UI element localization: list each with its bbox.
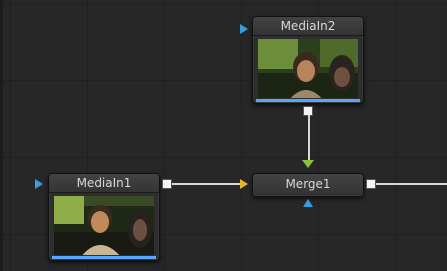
mediain1-output-port[interactable] xyxy=(162,179,172,189)
merge1-output-wire xyxy=(376,183,447,185)
mediain1-thumbnail xyxy=(54,196,154,255)
merge1-mask-input-icon[interactable] xyxy=(303,199,313,207)
mediain1-selection-bar xyxy=(52,256,156,259)
mediain2-thumbnail xyxy=(258,39,358,98)
mediain1-to-merge1-wire xyxy=(172,183,240,185)
mediain1-input-icon[interactable] xyxy=(35,179,43,189)
mediain2-input-icon[interactable] xyxy=(240,24,248,34)
merge1-output-port[interactable] xyxy=(366,179,376,189)
panel-edge xyxy=(0,0,3,271)
mediain2-node[interactable]: MediaIn2 xyxy=(252,16,364,104)
node-editor-canvas[interactable]: MediaIn2 MediaIn1 Merge1 xyxy=(0,0,447,271)
mediain1-node[interactable]: MediaIn1 xyxy=(48,173,160,261)
mediain2-to-merge1-wire xyxy=(308,115,310,160)
merge1-foreground-input-icon[interactable] xyxy=(240,179,248,189)
mediain1-node-title: MediaIn1 xyxy=(49,174,159,193)
merge1-node[interactable]: Merge1 xyxy=(252,173,364,197)
mediain2-node-title: MediaIn2 xyxy=(253,17,363,36)
mediain2-selection-bar xyxy=(256,99,360,102)
merge1-background-input-icon[interactable] xyxy=(302,160,314,168)
merge1-node-title: Merge1 xyxy=(253,174,363,194)
